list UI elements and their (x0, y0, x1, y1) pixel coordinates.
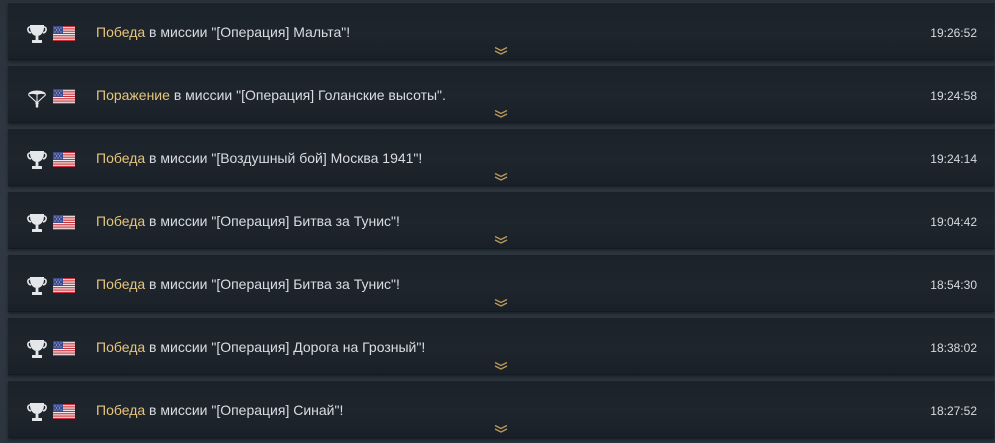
result-label: Победа (96, 213, 146, 229)
parachute-icon (27, 86, 47, 108)
log-entry[interactable]: Поражение в миссии "[Операция] Голанские… (8, 65, 994, 123)
timestamp: 18:27:52 (930, 404, 977, 418)
trophy-icon (27, 212, 47, 234)
log-message: Победа в миссии "[Операция] Битва за Тун… (96, 213, 400, 229)
trophy-icon (27, 23, 47, 45)
log-message: Победа в миссии "[Воздушный бой] Москва … (96, 150, 422, 166)
mission-text: в миссии "[Операция] Голанские высоты". (173, 87, 446, 103)
log-entry[interactable]: Победа в миссии "[Операция] Дорога на Гр… (8, 317, 994, 375)
timestamp: 18:54:30 (930, 278, 977, 292)
result-label: Победа (96, 402, 146, 418)
trophy-icon (27, 338, 47, 360)
mission-text: в миссии "[Воздушный бой] Москва 1941"! (149, 150, 423, 166)
mission-text: в миссии "[Операция] Дорога на Грозный"! (149, 339, 426, 355)
usa-flag-icon (53, 278, 75, 293)
usa-flag-icon (53, 215, 75, 230)
result-label: Победа (96, 339, 146, 355)
log-entry[interactable]: Победа в миссии "[Операция] Битва за Тун… (8, 191, 994, 249)
usa-flag-icon (53, 89, 75, 104)
trophy-icon (27, 275, 47, 297)
result-label: Поражение (96, 87, 170, 103)
timestamp: 19:24:58 (930, 89, 977, 103)
timestamp: 19:04:42 (930, 215, 977, 229)
chevron-down-icon[interactable] (494, 424, 508, 434)
usa-flag-icon (53, 26, 75, 41)
timestamp: 19:24:14 (930, 152, 977, 166)
log-entry[interactable]: Победа в миссии "[Операция] Мальта"! 19:… (8, 2, 994, 60)
trophy-icon (27, 149, 47, 171)
mission-text: в миссии "[Операция] Битва за Тунис"! (149, 276, 400, 292)
battle-log-list: Победа в миссии "[Операция] Мальта"! 19:… (8, 2, 994, 443)
chevron-down-icon[interactable] (494, 172, 508, 182)
usa-flag-icon (53, 404, 75, 419)
log-message: Победа в миссии "[Операция] Битва за Тун… (96, 276, 400, 292)
chevron-down-icon[interactable] (494, 235, 508, 245)
chevron-down-icon[interactable] (494, 109, 508, 119)
chevron-down-icon[interactable] (494, 46, 508, 56)
mission-text: в миссии "[Операция] Битва за Тунис"! (149, 213, 400, 229)
mission-text: в миссии "[Операция] Синай"! (149, 402, 344, 418)
log-message: Победа в миссии "[Операция] Дорога на Гр… (96, 339, 425, 355)
result-label: Победа (96, 24, 146, 40)
log-message: Победа в миссии "[Операция] Синай"! (96, 402, 343, 418)
log-entry[interactable]: Победа в миссии "[Воздушный бой] Москва … (8, 128, 994, 186)
log-entry[interactable]: Победа в миссии "[Операция] Битва за Тун… (8, 254, 994, 312)
log-message: Победа в миссии "[Операция] Мальта"! (96, 24, 350, 40)
mission-text: в миссии "[Операция] Мальта"! (149, 24, 351, 40)
timestamp: 19:26:52 (930, 26, 977, 40)
result-label: Победа (96, 150, 146, 166)
timestamp: 18:38:02 (930, 341, 977, 355)
trophy-icon (27, 401, 47, 423)
chevron-down-icon[interactable] (494, 298, 508, 308)
log-entry[interactable]: Победа в миссии "[Операция] Синай"! 18:2… (8, 380, 994, 438)
usa-flag-icon (53, 152, 75, 167)
chevron-down-icon[interactable] (494, 361, 508, 371)
result-label: Победа (96, 276, 146, 292)
log-message: Поражение в миссии "[Операция] Голанские… (96, 87, 446, 103)
usa-flag-icon (53, 341, 75, 356)
